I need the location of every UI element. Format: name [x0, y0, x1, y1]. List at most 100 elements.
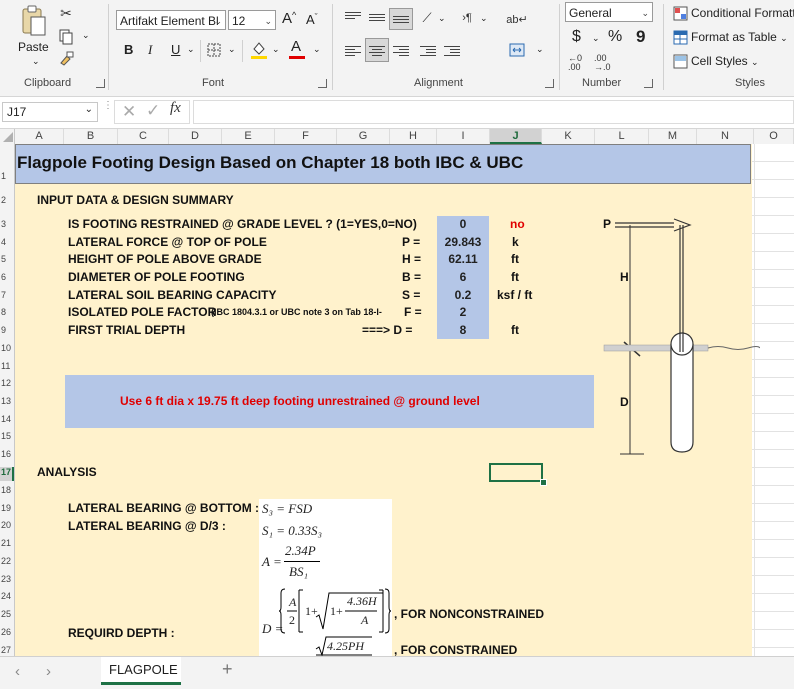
row-header[interactable]: 18 — [0, 485, 14, 495]
column-header[interactable]: M — [649, 129, 697, 144]
font-color-dropdown-icon[interactable]: ⌄ — [313, 44, 321, 55]
orientation-icon[interactable]: ⟋ — [418, 10, 436, 26]
paste-icon[interactable] — [18, 4, 48, 38]
currency-button[interactable]: $ — [572, 28, 581, 46]
row-header[interactable]: 9 — [0, 325, 14, 335]
row-header[interactable]: 21 — [0, 538, 14, 548]
borders-icon[interactable] — [206, 42, 222, 58]
column-header[interactable]: I — [437, 129, 490, 144]
column-header[interactable]: A — [15, 129, 64, 144]
insert-function-icon[interactable]: fx — [170, 100, 181, 117]
decrease-indent-icon[interactable] — [420, 44, 436, 58]
scroll-tabs-right-icon[interactable]: › — [46, 663, 51, 680]
decrease-decimal-icon[interactable]: .00 →.0 — [594, 54, 611, 72]
fill-color-icon[interactable] — [250, 40, 268, 60]
scroll-tabs-left-icon[interactable]: ‹ — [15, 663, 20, 680]
font-launcher-icon[interactable] — [318, 79, 327, 88]
input-value[interactable]: 8 — [437, 323, 489, 337]
font-size-select[interactable]: 12 ⌄ — [228, 10, 276, 30]
row-header[interactable]: 11 — [0, 361, 14, 371]
row-header[interactable]: 10 — [0, 343, 14, 353]
row-header[interactable]: 27 — [0, 645, 14, 655]
row-header-selected[interactable]: 17 — [0, 467, 14, 481]
increase-indent-icon[interactable] — [444, 44, 460, 58]
format-as-table-icon[interactable] — [672, 29, 688, 45]
merge-dropdown-icon[interactable]: ⌄ — [536, 44, 544, 55]
number-launcher-icon[interactable] — [644, 79, 653, 88]
row-header[interactable]: 12 — [0, 378, 14, 388]
row-header[interactable]: 3 — [0, 219, 14, 229]
copy-dropdown-icon[interactable]: ⌄ — [82, 30, 90, 41]
align-middle-icon[interactable] — [369, 12, 385, 23]
clipboard-launcher-icon[interactable] — [96, 79, 105, 88]
number-format-select[interactable]: General ⌄ — [565, 2, 653, 22]
format-as-table-button[interactable]: Format as Table ⌄ — [691, 30, 788, 44]
row-header[interactable]: 15 — [0, 431, 14, 441]
drag-handle-icon[interactable]: ⋮ — [103, 101, 113, 121]
column-header[interactable]: G — [337, 129, 390, 144]
copy-icon[interactable] — [58, 28, 74, 46]
column-header[interactable]: K — [542, 129, 595, 144]
row-header[interactable]: 1 — [0, 171, 14, 181]
comma-button[interactable]: 9 — [636, 27, 645, 47]
column-header[interactable]: N — [697, 129, 754, 144]
row-header[interactable]: 22 — [0, 556, 14, 566]
column-header[interactable]: O — [754, 129, 794, 144]
increase-decimal-icon[interactable]: ←0.00 — [568, 54, 582, 72]
column-header[interactable]: H — [390, 129, 437, 144]
currency-dropdown-icon[interactable]: ⌄ — [592, 33, 600, 44]
row-header[interactable]: 20 — [0, 520, 14, 530]
align-right-icon[interactable] — [393, 44, 409, 58]
cancel-icon[interactable]: ✕ — [122, 102, 136, 122]
cut-icon[interactable]: ✂ — [58, 4, 74, 22]
row-header[interactable]: 25 — [0, 609, 14, 619]
row-header[interactable]: 5 — [0, 254, 14, 264]
select-all-corner[interactable] — [0, 129, 15, 144]
conditional-formatting-icon[interactable] — [672, 5, 688, 21]
selected-cell-j17[interactable] — [489, 463, 543, 482]
cell-styles-button[interactable]: Cell Styles ⌄ — [691, 54, 759, 68]
input-value[interactable]: 62.11 — [437, 252, 489, 266]
row-header[interactable]: 19 — [0, 503, 14, 513]
row-header[interactable]: 26 — [0, 627, 14, 637]
paste-dropdown-icon[interactable]: ⌄ — [32, 56, 40, 67]
row-header[interactable]: 7 — [0, 290, 14, 300]
input-value[interactable]: 6 — [437, 270, 489, 284]
row-header[interactable]: 16 — [0, 449, 14, 459]
column-header-selected[interactable]: J — [490, 129, 542, 144]
italic-button[interactable]: I — [148, 42, 152, 58]
column-header[interactable]: L — [595, 129, 649, 144]
font-color-button[interactable]: A — [291, 38, 301, 55]
column-header[interactable]: F — [275, 129, 337, 144]
row-header[interactable]: 14 — [0, 414, 14, 424]
input-value[interactable]: 0 — [437, 217, 489, 231]
conditional-formatting-button[interactable]: Conditional Formatt — [691, 6, 794, 20]
column-header[interactable]: D — [169, 129, 222, 144]
percent-button[interactable]: % — [608, 28, 622, 46]
enter-icon[interactable]: ✓ — [146, 101, 160, 121]
wrap-text-icon[interactable]: ab↵ — [506, 8, 527, 30]
formula-input[interactable] — [193, 100, 794, 124]
borders-dropdown-icon[interactable]: ⌄ — [228, 44, 236, 55]
fill-handle[interactable] — [540, 479, 547, 486]
orientation-dropdown-icon[interactable]: ⌄ — [438, 13, 446, 24]
text-direction-icon[interactable]: ›¶ — [458, 10, 476, 26]
fill-color-dropdown-icon[interactable]: ⌄ — [272, 44, 280, 55]
grow-font-button[interactable]: A^ — [282, 10, 296, 27]
column-header[interactable]: B — [64, 129, 118, 144]
add-sheet-button[interactable]: + — [222, 659, 233, 680]
cell-styles-icon[interactable] — [672, 53, 688, 69]
alignment-launcher-icon[interactable] — [545, 79, 554, 88]
input-value[interactable]: 2 — [437, 305, 489, 319]
text-direction-dropdown-icon[interactable]: ⌄ — [480, 13, 488, 24]
merge-center-icon[interactable] — [508, 42, 526, 58]
underline-button[interactable]: U — [171, 42, 180, 57]
row-header[interactable]: 13 — [0, 396, 14, 406]
paste-button[interactable]: Paste — [18, 40, 49, 54]
column-header[interactable]: E — [222, 129, 275, 144]
input-value[interactable]: 0.2 — [437, 288, 489, 302]
font-family-select[interactable]: Artifakt Element Bl ⌄ — [116, 10, 226, 30]
row-header[interactable]: 8 — [0, 307, 14, 317]
row-header[interactable]: 23 — [0, 574, 14, 584]
sheet-tab-flagpole[interactable]: FLAGPOLE — [101, 657, 181, 685]
